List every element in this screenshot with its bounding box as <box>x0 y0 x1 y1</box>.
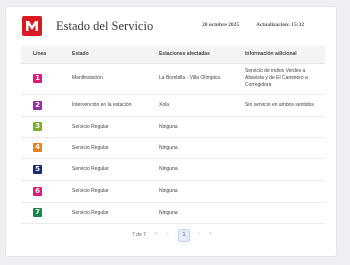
affected-stations: La Bombilla - Villa Olímpica <box>159 75 221 81</box>
column-header-linea: Línea <box>33 51 47 57</box>
current-date: 20 octubre 2025 <box>202 22 240 28</box>
current-page-button[interactable]: 1 <box>178 229 190 242</box>
additional-info: Servicio de indios Verdes a Altavista y … <box>245 68 308 88</box>
table-row: 1 Manifestación La Bombilla - Villa Olím… <box>21 64 325 95</box>
status-text: Intervención en la estación <box>72 102 132 108</box>
status-card: Estado del Servicio 20 octubre 2025 Actu… <box>5 6 337 257</box>
column-header-informacion: Información adicional <box>245 51 297 57</box>
page-count: 7 de 7 <box>132 232 146 238</box>
line-2-icon: 2 <box>33 101 42 110</box>
table-row: 6 Servicio Regular Ninguna <box>21 181 325 203</box>
affected-stations: Ninguna <box>159 124 178 130</box>
last-page-button[interactable]: » <box>209 231 212 237</box>
header: Estado del Servicio 20 octubre 2025 Actu… <box>6 7 336 43</box>
table-row: 2 Intervención en la estación Xola Sin s… <box>21 95 325 117</box>
table-header: Línea Estado Estaciones afectadas Inform… <box>21 46 325 64</box>
table-row: 4 Servicio Regular Ninguna <box>21 138 325 159</box>
status-text: Servicio Regular <box>72 188 109 194</box>
affected-stations: Ninguna <box>159 145 178 151</box>
affected-stations: Xola <box>159 102 170 108</box>
table-row: 3 Servicio Regular Ninguna <box>21 117 325 138</box>
table-row: 5 Servicio Regular Ninguna <box>21 159 325 181</box>
status-table: Línea Estado Estaciones afectadas Inform… <box>21 46 325 224</box>
line-5-icon: 5 <box>33 165 42 174</box>
line-6-icon: 6 <box>33 187 42 196</box>
line-4-icon: 4 <box>33 143 42 152</box>
metrobus-logo <box>22 16 42 36</box>
affected-stations: Ninguna <box>159 188 178 194</box>
status-text: Servicio Regular <box>72 145 109 151</box>
status-text: Servicio Regular <box>72 124 109 130</box>
line-3-icon: 3 <box>33 122 42 131</box>
status-text: Manifestación <box>72 75 103 81</box>
first-page-button[interactable]: « <box>155 231 158 237</box>
affected-stations: Ninguna <box>159 166 178 172</box>
last-updated: Actualización: 15:32 <box>256 22 305 28</box>
logo-icon <box>26 21 38 31</box>
status-text: Servicio Regular <box>72 210 109 216</box>
column-header-estaciones: Estaciones afectadas <box>159 51 210 57</box>
line-1-icon: 1 <box>33 74 42 83</box>
next-page-button[interactable]: › <box>198 231 200 237</box>
affected-stations: Ninguna <box>159 210 178 216</box>
pagination: 7 de 7 « ‹ 1 › » <box>6 229 336 242</box>
table-row: 7 Servicio Regular Ninguna <box>21 203 325 224</box>
page-title: Estado del Servicio <box>56 19 154 33</box>
line-7-icon: 7 <box>33 208 42 217</box>
column-header-estado: Estado <box>72 51 89 57</box>
additional-info: Sin servicio en ambos sentidos <box>245 102 314 108</box>
status-text: Servicio Regular <box>72 166 109 172</box>
prev-page-button[interactable]: ‹ <box>167 231 169 237</box>
